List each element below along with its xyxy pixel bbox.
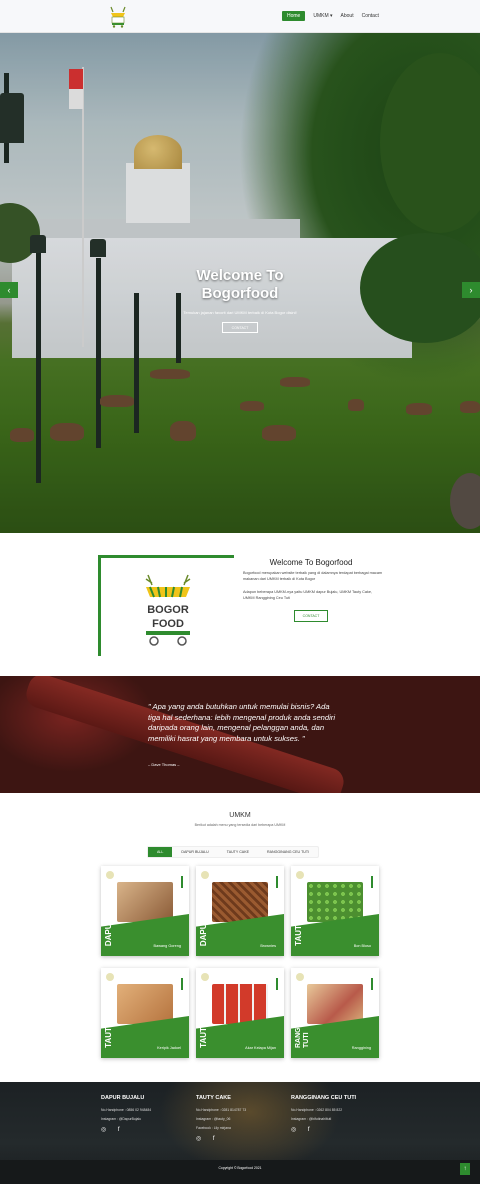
footer-col-title: RANGGINANG CEU TUTI bbox=[291, 1095, 357, 1101]
card-product-name: Keripik Jadoel bbox=[157, 1046, 181, 1050]
product-photo bbox=[307, 984, 363, 1024]
about-paragraph-2: Adapun beberapa UMKM-nya yaitu UMKM dapu… bbox=[243, 590, 373, 600]
bogorfood-logo[interactable] bbox=[108, 4, 128, 28]
card-logo-icon bbox=[296, 871, 304, 879]
back-to-top-button[interactable]: ↑ bbox=[460, 1163, 470, 1175]
card-brand: DAPUR BUJALU bbox=[199, 882, 208, 946]
product-photo bbox=[307, 882, 363, 922]
social-icons[interactable]: ◎ f bbox=[101, 1126, 211, 1133]
umkm-title: UMKM bbox=[229, 812, 251, 819]
filter-dapur-bujalu[interactable]: DAPUR BUJALU bbox=[172, 847, 217, 857]
product-card[interactable]: TAUTY CAKE Akar Kelapa Mijan bbox=[196, 968, 284, 1058]
nav-umkm-dropdown[interactable]: UMKM ▾ bbox=[313, 13, 332, 19]
footer-col-title: TAUTY CAKE bbox=[196, 1095, 231, 1101]
card-product-name: Ranggining bbox=[351, 1046, 371, 1050]
footer-col-tauty-cake: TAUTY CAKE No.Handphone : 0281 814787 73… bbox=[196, 1095, 306, 1142]
hero-subtitle: Temukan jajanan favorit dari UMKM terbai… bbox=[183, 310, 297, 315]
chevron-left-icon: ‹ bbox=[7, 285, 11, 295]
product-photo bbox=[212, 882, 268, 922]
nav-home[interactable]: Home bbox=[282, 11, 306, 21]
product-card[interactable]: RANGGINANG CEU TUTI Ranggining bbox=[291, 968, 379, 1058]
hero-title: Welcome To Bogorfood bbox=[160, 267, 320, 303]
card-accent-bar bbox=[276, 876, 278, 888]
footer-instagram[interactable]: Instagram : @bifutinahiltutl bbox=[291, 1117, 401, 1121]
card-logo-icon bbox=[106, 973, 114, 981]
logo-text-food: FOOD bbox=[152, 618, 184, 630]
about-title: Welcome To Bogorfood bbox=[269, 558, 353, 567]
social-icons[interactable]: ◎ f bbox=[291, 1126, 401, 1133]
carousel-next-button[interactable]: › bbox=[462, 282, 480, 298]
about-paragraph-1: Bogorfood merupakan website terbaik yang… bbox=[243, 571, 383, 581]
product-photo bbox=[117, 984, 173, 1024]
card-product-name: Bawang Goreng bbox=[153, 944, 181, 948]
footer-instagram[interactable]: Instagram : @DapurBujalu bbox=[101, 1117, 211, 1121]
carousel-prev-button[interactable]: ‹ bbox=[0, 282, 18, 298]
product-card[interactable]: TAUTY CAKE Bon Bloso bbox=[291, 866, 379, 956]
nav-contact[interactable]: Contact bbox=[362, 13, 379, 19]
card-brand: TAUTY CAKE bbox=[294, 895, 303, 946]
product-card[interactable]: DAPUR BUJALU Brownies bbox=[196, 866, 284, 956]
about-contact-button[interactable]: CONTACT bbox=[294, 610, 328, 622]
card-product-name: Bon Bloso bbox=[353, 944, 371, 948]
footer-instagram[interactable]: Instagram : @tauty_06 bbox=[196, 1117, 306, 1121]
card-logo-icon bbox=[201, 973, 209, 981]
footer-phone: No.Handphone : 0281 814787 73 bbox=[196, 1108, 247, 1112]
filter-tauty-cake[interactable]: TAUTY CAKE bbox=[218, 847, 258, 857]
arrow-up-icon: ↑ bbox=[463, 1166, 467, 1172]
card-brand: TAUTY CAKE bbox=[199, 997, 208, 1048]
card-logo-icon bbox=[201, 871, 209, 879]
logo-text-bogor: BOGOR bbox=[147, 604, 189, 616]
social-icons[interactable]: ◎ f bbox=[196, 1135, 306, 1142]
hero-title-line1: Welcome To bbox=[196, 267, 284, 284]
card-accent-bar bbox=[181, 978, 183, 990]
card-brand: TAUTY CAKE bbox=[104, 997, 113, 1048]
quote-section: " Apa yang anda butuhkan untuk memulai b… bbox=[0, 676, 480, 793]
copyright-text: Copyright © Bogorfood 2021 bbox=[218, 1166, 262, 1170]
nav-about[interactable]: About bbox=[341, 13, 354, 19]
card-product-name: Akar Kelapa Mijan bbox=[245, 1046, 276, 1050]
bogorfood-logo-large: BOGOR FOOD bbox=[145, 574, 191, 646]
card-accent-bar bbox=[181, 876, 183, 888]
copyright-bar bbox=[0, 1160, 480, 1184]
footer-facebook[interactable]: Facebook : Lily mirjana bbox=[196, 1126, 306, 1130]
product-card[interactable]: DAPUR BUJALU Bawang Goreng bbox=[101, 866, 189, 956]
about-section: BOGOR FOOD Welcome To Bogorfood Bogorfoo… bbox=[0, 533, 480, 676]
footer-col-rangginang: RANGGINANG CEU TUTI No.Handphone : 0262 … bbox=[291, 1095, 401, 1133]
footer-col-dapur-bujalu: DAPUR BUJALU No.Handphone : 0856 02 9484… bbox=[101, 1095, 211, 1133]
footer-col-title: DAPUR BUJALU bbox=[101, 1095, 145, 1101]
umkm-subtitle: Berikut adalah menu yang tersedia dari b… bbox=[194, 823, 286, 827]
chevron-right-icon: › bbox=[469, 285, 473, 295]
hero-title-line2: Bogorfood bbox=[201, 285, 279, 302]
card-logo-icon bbox=[106, 871, 114, 879]
card-accent-bar bbox=[371, 876, 373, 888]
hero-carousel: Welcome To Bogorfood Temukan jajanan fav… bbox=[0, 33, 480, 533]
navbar: Home UMKM ▾ About Contact bbox=[0, 0, 480, 33]
card-product-name: Brownies bbox=[260, 944, 276, 948]
hero-contact-button[interactable]: CONTACT bbox=[222, 322, 258, 333]
main-menu: Home UMKM ▾ About Contact bbox=[282, 11, 379, 21]
footer-phone: No.Handphone : 0856 02 948484 bbox=[101, 1108, 152, 1112]
quote-author: – Dave Thomas – bbox=[148, 762, 180, 767]
card-accent-bar bbox=[371, 978, 373, 990]
product-photo bbox=[117, 882, 173, 922]
filter-rangginang-ceu-tuti[interactable]: RANGGINANG CEU TUTI bbox=[258, 847, 318, 857]
card-accent-bar bbox=[276, 978, 278, 990]
footer-phone: No.Handphone : 0262 804 85 822 bbox=[291, 1108, 343, 1112]
card-brand: DAPUR BUJALU bbox=[104, 882, 113, 946]
card-brand: RANGGINANG CEU TUTI bbox=[295, 982, 310, 1048]
quote-text: " Apa yang anda butuhkan untuk memulai b… bbox=[148, 702, 336, 743]
filter-all[interactable]: ALL bbox=[148, 847, 173, 857]
umkm-filter-tabs: ALL DAPUR BUJALU TAUTY CAKE RANGGINANG C… bbox=[147, 846, 320, 858]
product-photo bbox=[212, 984, 268, 1024]
product-card[interactable]: TAUTY CAKE Keripik Jadoel bbox=[101, 968, 189, 1058]
